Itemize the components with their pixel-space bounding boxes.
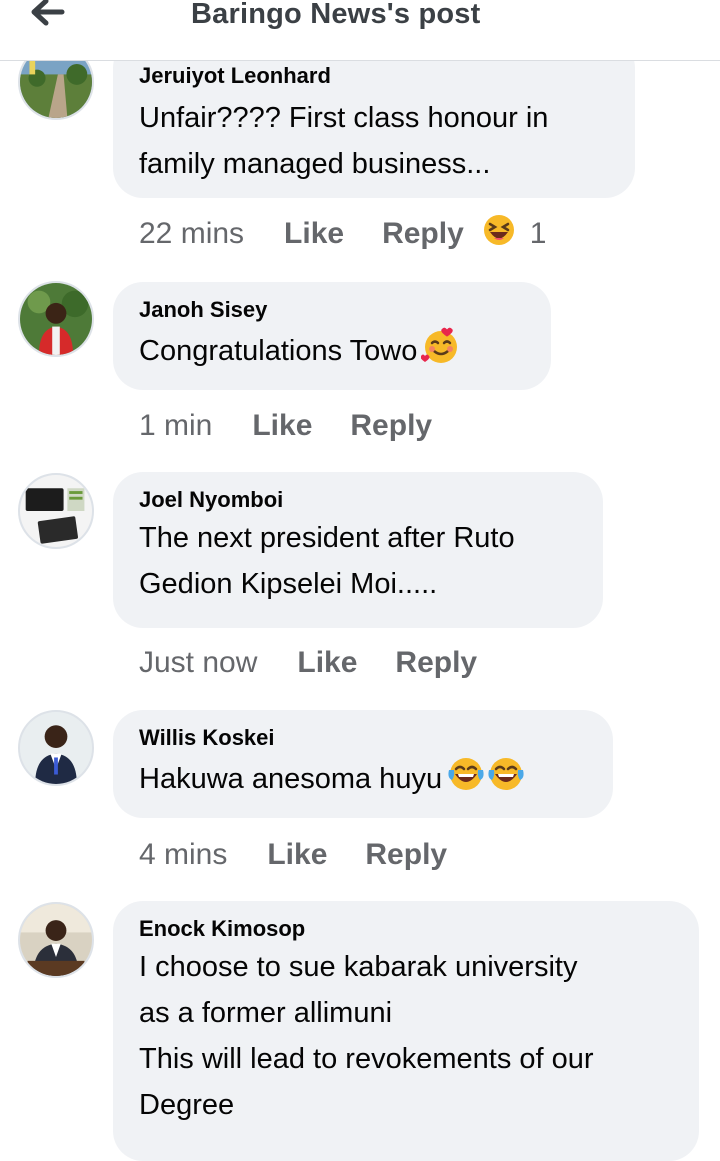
laughing-squinting-emoji-icon [482,213,516,255]
comment-bubble: Jeruiyot Leonhard Unfair???? First class… [113,38,635,198]
comment-text: Hakuwa anesoma huyu [139,763,443,795]
comment-author[interactable]: Jeruiyot Leonhard [139,62,609,90]
like-button[interactable]: Like [284,217,344,251]
reply-button[interactable]: Reply [395,646,477,680]
comment-timestamp[interactable]: 22 mins [139,217,244,251]
comment-text-line: Gedion Kipselei Moi..... [139,568,438,600]
comment-actions: 4 mins Like Reply [139,835,485,875]
comment-text-line: Unfair???? First class honour in [139,102,549,134]
like-button[interactable]: Like [297,646,357,680]
header-bar: Baringo News's post [0,0,720,61]
reply-button[interactable]: Reply [350,409,432,443]
like-button[interactable]: Like [267,838,327,872]
comment-text-line: I choose to sue kabarak university [139,951,578,983]
comment-text: Congratulations Towo [139,335,418,367]
comment-timestamp[interactable]: Just now [139,646,257,680]
comment-text-line: Degree [139,1089,235,1121]
comment-bubble: Janoh Sisey Congratulations Towo [113,282,551,390]
comment-timestamp[interactable]: 1 min [139,409,212,443]
comment-text-line: as a former allimuni [139,997,393,1029]
comment-text-line: Hakuwa anesoma huyu [139,754,587,807]
comment-actions: 1 min Like Reply [139,406,470,446]
comment-actions: 22 mins Like Reply 1 [139,214,546,254]
reaction-summary[interactable]: 1 [482,213,547,255]
reply-button[interactable]: Reply [365,838,447,872]
comment-text-line: Congratulations Towo [139,326,525,379]
like-button[interactable]: Like [252,409,312,443]
reaction-count: 1 [529,217,547,250]
comment-timestamp[interactable]: 4 mins [139,838,227,872]
comment-text-line: This will lead to revokements of our [139,1043,594,1075]
face-with-tears-of-joy-emoji-icon [446,754,486,807]
reply-button[interactable]: Reply [382,217,464,251]
page-title: Baringo News's post [191,0,481,30]
comment-author[interactable]: Joel Nyomboi [139,486,577,514]
avatar[interactable] [18,473,94,549]
comment-actions: Just now Like Reply [139,643,515,683]
comment-author[interactable]: Willis Koskei [139,724,587,752]
arrow-left-icon[interactable] [22,0,70,32]
comment-author[interactable]: Enock Kimosop [139,915,673,943]
comment-text-line: The next president after Ruto [139,522,515,554]
comment-text-line: family managed business... [139,148,491,180]
avatar[interactable] [18,281,94,357]
comment-bubble: Enock Kimosop I choose to sue kabarak un… [113,901,699,1161]
face-with-tears-of-joy-emoji-icon [486,754,526,807]
avatar[interactable] [18,710,94,786]
comment-bubble: Joel Nyomboi The next president after Ru… [113,472,603,628]
avatar[interactable] [18,902,94,978]
comment-author[interactable]: Janoh Sisey [139,296,525,324]
smiling-face-with-hearts-emoji-icon [420,326,461,379]
comment-bubble: Willis Koskei Hakuwa anesoma huyu [113,710,613,818]
